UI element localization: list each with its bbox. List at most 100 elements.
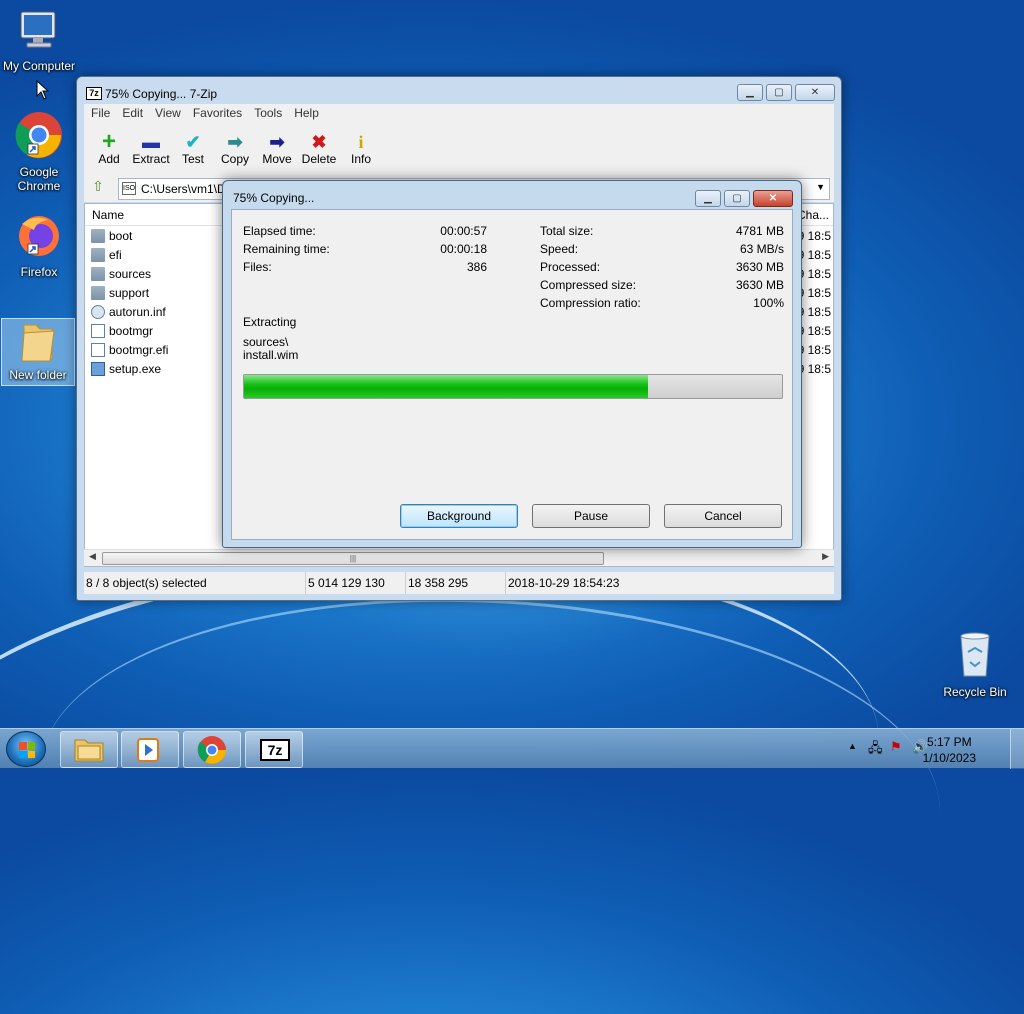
toolbar-label: Test <box>181 152 204 166</box>
speed-label: Speed: <box>540 242 579 256</box>
menu-help[interactable]: Help <box>289 104 324 124</box>
compressed-size-label: Compressed size: <box>540 278 637 292</box>
dialog-close-button[interactable]: ✕ <box>753 190 793 207</box>
clock-date: 1/10/2023 <box>922 751 976 765</box>
compression-ratio-label: Compression ratio: <box>540 296 641 310</box>
dialog-title: 75% Copying... <box>233 191 315 205</box>
files-label: Files: <box>243 260 272 274</box>
total-size-label: Total size: <box>540 224 594 238</box>
delete-button[interactable]: ✖ Delete <box>298 124 340 174</box>
firefox-icon <box>19 216 59 256</box>
status-date: 2018-10-29 18:54:23 <box>508 576 620 590</box>
minimize-button[interactable]: ▁ <box>737 84 763 101</box>
taskbar-7zip-button[interactable]: 7z <box>245 731 303 768</box>
desktop-icon-my-computer[interactable]: My Computer <box>2 8 76 73</box>
status-bar: 8 / 8 object(s) selected 5 014 129 130 1… <box>84 572 834 594</box>
maximize-button[interactable]: ▢ <box>766 84 792 101</box>
files-value: 386 <box>466 260 487 274</box>
cancel-button[interactable]: Cancel <box>664 504 782 528</box>
pause-button[interactable]: Pause <box>532 504 650 528</box>
7zip-app-icon: 7z <box>86 87 102 100</box>
file-name: bootmgr <box>109 323 154 338</box>
show-hidden-icons-icon[interactable]: ▲ <box>848 741 857 751</box>
file-name: setup.exe <box>109 361 162 376</box>
elapsed-value: 00:00:57 <box>440 224 487 238</box>
background-button[interactable]: Background <box>400 504 518 528</box>
menu-tools[interactable]: Tools <box>249 104 287 124</box>
dialog-maximize-button[interactable]: ▢ <box>724 190 750 207</box>
column-header-name[interactable]: Name <box>92 208 124 222</box>
toolbar-label: Copy <box>220 152 249 166</box>
file-icon <box>91 342 105 357</box>
menu-favorites[interactable]: Favorites <box>188 104 247 124</box>
media-player-icon <box>137 738 159 762</box>
action-center-icon[interactable]: ⚑ <box>890 739 902 755</box>
taskbar-media-player-button[interactable] <box>121 731 179 768</box>
status-selected: 8 / 8 object(s) selected <box>84 572 306 594</box>
desktop-icon-label: Firefox <box>20 265 58 279</box>
folder-icon <box>21 324 55 362</box>
compressed-size-value: 3630 MB <box>735 278 784 292</box>
chrome-icon <box>197 736 226 764</box>
file-changed: 9 18:5 <box>797 323 831 338</box>
move-button[interactable]: ➡ Move <box>256 124 298 174</box>
file-explorer-icon <box>74 739 104 762</box>
scroll-right-icon[interactable]: ▶ <box>822 551 829 562</box>
chrome-icon <box>15 112 62 158</box>
file-name: efi <box>109 247 122 262</box>
path-text: C:\Users\vm1\D <box>141 182 226 196</box>
add-button[interactable]: + Add <box>88 124 130 174</box>
clock-time: 5:17 PM <box>926 735 972 749</box>
desktop-icon-recycle-bin[interactable]: Recycle Bin <box>938 630 1012 699</box>
dialog-minimize-button[interactable]: ▁ <box>695 190 721 207</box>
clock[interactable]: 5:17 PM 1/10/2023 <box>923 734 976 766</box>
desktop-icon-firefox[interactable]: Firefox <box>2 214 76 279</box>
window-title: 75% Copying... 7-Zip <box>105 87 218 101</box>
test-button[interactable]: ✔ Test <box>172 124 214 174</box>
scroll-left-icon[interactable]: ◀ <box>89 551 96 562</box>
toolbar-label: Move <box>262 152 292 166</box>
status-packed: 18 358 295 <box>406 572 506 594</box>
file-name: bootmgr.efi <box>109 342 169 357</box>
chevron-down-icon[interactable]: ▼ <box>816 182 825 192</box>
taskbar-explorer-button[interactable] <box>60 731 118 768</box>
computer-icon <box>20 11 56 48</box>
show-desktop-button[interactable] <box>1010 729 1024 769</box>
folder-icon <box>91 285 105 300</box>
delete-icon: ✖ <box>311 132 327 152</box>
toolbar-label: Info <box>350 152 371 166</box>
dialog-body: Elapsed time: 00:00:57 Remaining time: 0… <box>231 209 793 540</box>
7zip-icon: 7z <box>260 739 290 761</box>
file-changed: 9 18:5 <box>797 228 831 243</box>
desktop-icon-new-folder[interactable]: New folder <box>1 318 75 386</box>
menu-file[interactable]: File <box>86 104 115 124</box>
extract-button[interactable]: ▬ Extract <box>130 124 172 174</box>
up-arrow-icon: ⇧ <box>92 178 104 194</box>
operation-label: Extracting <box>243 315 297 329</box>
menu-edit[interactable]: Edit <box>117 104 148 124</box>
start-button[interactable] <box>6 731 46 767</box>
total-size-value: 4781 MB <box>735 224 784 238</box>
file-changed: 9 18:5 <box>797 342 831 357</box>
network-icon[interactable]: 🖧 <box>868 739 883 761</box>
copy-progress-dialog: 75% Copying... ▁ ▢ ✕ Elapsed time: 00:00… <box>222 180 802 548</box>
copy-button[interactable]: ➡ Copy <box>214 124 256 174</box>
horizontal-scrollbar[interactable]: ◀ ||| ▶ <box>84 549 834 566</box>
up-folder-button[interactable]: ⇧ <box>88 178 108 198</box>
info-button[interactable]: i Info <box>340 124 382 174</box>
mouse-cursor-icon <box>36 80 50 100</box>
file-name: sources <box>109 266 152 281</box>
system-tray: ▲ 🖧 ⚑ 🔊 5:17 PM 1/10/2023 <box>834 729 1024 769</box>
caption-buttons: ▁ ▢ ✕ <box>737 84 835 101</box>
toolbar-label: Add <box>98 152 120 166</box>
menu-view[interactable]: View <box>150 104 186 124</box>
progress-bar-fill <box>244 375 648 398</box>
desktop-icon-chrome[interactable]: Google Chrome <box>2 110 76 193</box>
file-changed: 9 18:5 <box>797 361 831 376</box>
file-changed: 9 18:5 <box>797 285 831 300</box>
taskbar-chrome-button[interactable] <box>183 731 241 768</box>
dialog-caption-buttons: ▁ ▢ ✕ <box>695 190 793 207</box>
scroll-thumb[interactable]: ||| <box>102 552 604 565</box>
close-button[interactable]: ✕ <box>795 84 835 101</box>
progress-bar <box>243 374 783 399</box>
